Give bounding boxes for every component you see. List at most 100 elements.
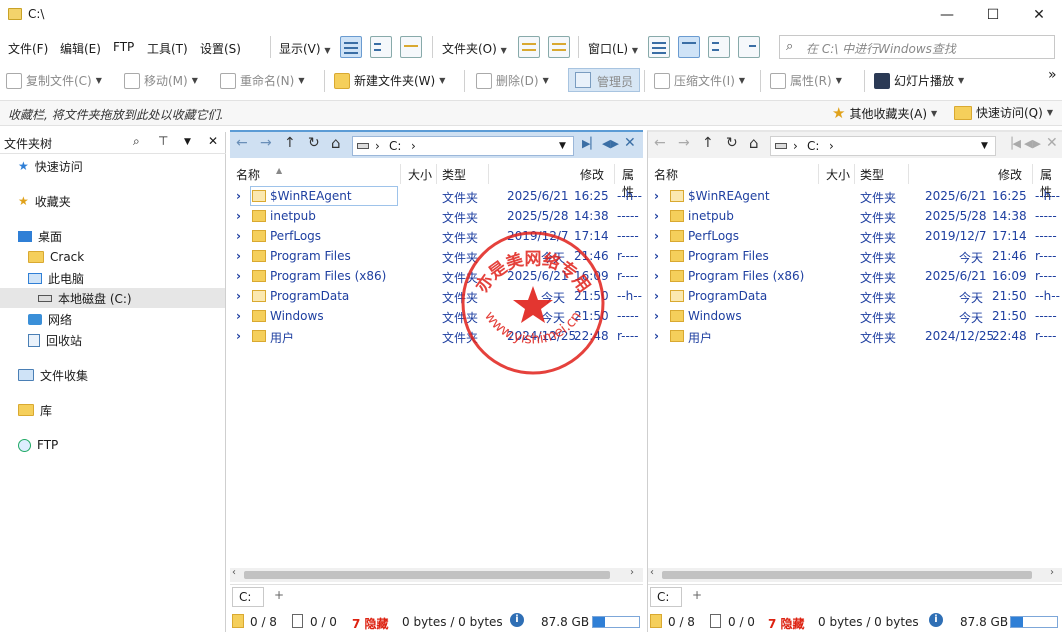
folder-columns-icon[interactable] [548,36,570,58]
home-icon[interactable]: ⌂ [749,134,759,152]
pane-close-icon[interactable]: ✕ [624,135,636,151]
file-row[interactable]: › 用户 文件夹 2024/12/25 22:48 r---- [230,326,643,346]
scroll-right-icon[interactable]: › [630,567,634,578]
expand-chevron-icon[interactable]: › [654,309,659,323]
address-drive[interactable]: C: [807,139,819,153]
column-modified[interactable]: 修改 [580,166,604,183]
file-row[interactable]: › 用户 文件夹 2024/12/25 22:48 r---- [648,326,1062,346]
file-row[interactable]: › $WinREAgent 文件夹 2025/6/21 16:25 --h-- [648,186,1062,206]
rename-button[interactable]: 重命名(N) ▼ [220,72,305,89]
column-type[interactable]: 类型 [860,166,884,183]
menu-edit[interactable]: 编辑(E) [60,40,101,57]
refresh-icon[interactable]: ↻ [726,135,738,151]
tree-item-library[interactable]: 库 [18,400,52,420]
scroll-thumb[interactable] [244,571,610,579]
refresh-icon[interactable]: ↻ [308,135,320,151]
menu-folder[interactable]: 文件夹(O) ▼ [442,40,507,57]
hidden-count[interactable]: 7 隐藏 [768,615,805,632]
tab-c-drive[interactable]: C: [650,587,682,607]
copy-files-button[interactable]: 复制文件(C) ▼ [6,72,102,89]
layout-single-icon[interactable] [648,36,670,58]
add-tab-button[interactable]: + [274,588,284,602]
tree-close-icon[interactable]: ✕ [208,134,218,148]
expand-chevron-icon[interactable]: › [236,209,241,223]
scroll-right-icon[interactable]: › [1050,567,1054,578]
column-name[interactable]: 名称 [654,166,678,183]
expand-chevron-icon[interactable]: › [236,269,241,283]
right-horizontal-scrollbar[interactable]: ‹ › [648,567,1062,582]
tree-item-desktop[interactable]: 桌面 [18,226,62,246]
menu-tools[interactable]: 工具(T) [147,40,188,57]
column-type[interactable]: 类型 [442,166,466,183]
admin-button[interactable]: 管理员 [568,68,640,92]
scroll-left-icon[interactable]: ‹ [650,567,654,578]
left-horizontal-scrollbar[interactable]: ‹ › [230,567,643,582]
folder-grid-icon[interactable] [518,36,540,58]
expand-chevron-icon[interactable]: › [654,229,659,243]
minimize-button[interactable]: — [924,0,970,30]
file-row[interactable]: › ProgramData 文件夹 今天 21:50 --h-- [230,286,643,306]
up-icon[interactable]: ↑ [284,135,296,151]
column-size[interactable]: 大小 [826,166,850,183]
hidden-count[interactable]: 7 隐藏 [352,615,389,632]
slideshow-button[interactable]: 幻灯片播放 ▼ [874,72,964,89]
expand-chevron-icon[interactable]: › [236,249,241,263]
move-button[interactable]: 移动(M) ▼ [124,72,198,89]
sync-icon[interactable]: ▕◀ [1004,137,1021,150]
file-row[interactable]: › PerfLogs 文件夹 2019/12/7 17:14 ----- [648,226,1062,246]
maximize-button[interactable]: ☐ [970,0,1016,30]
file-row[interactable]: › Windows 文件夹 今天 21:50 ----- [648,306,1062,326]
expand-chevron-icon[interactable]: › [654,329,659,343]
file-row[interactable]: › $WinREAgent 文件夹 2025/6/21 16:25 --h-- [230,186,643,206]
expand-chevron-icon[interactable]: › [654,289,659,303]
file-row[interactable]: › ProgramData 文件夹 今天 21:50 --h-- [648,286,1062,306]
add-tab-button[interactable]: + [692,588,702,602]
expand-chevron-icon[interactable]: › [236,289,241,303]
file-row[interactable]: › inetpub 文件夹 2025/5/28 14:38 ----- [648,206,1062,226]
tree-item-network[interactable]: 网络 [28,309,72,329]
left-address-bar[interactable]: › C: › ▼ [352,136,574,156]
file-row[interactable]: › Program Files 文件夹 今天 21:46 r---- [648,246,1062,266]
expand-chevron-icon[interactable]: › [654,189,659,203]
info-icon[interactable]: i [510,613,524,627]
swap-icon[interactable]: ◀▶ [602,137,619,150]
tree-item-file-collection[interactable]: 文件收集 [18,365,88,385]
up-icon[interactable]: ↑ [702,135,714,151]
file-row[interactable]: › Program Files (x86) 文件夹 2025/6/21 16:09 r--… [648,266,1062,286]
tree-pin-icon[interactable]: ⊤ [158,134,168,148]
layout-dual-horizontal-icon[interactable] [708,36,730,58]
expand-chevron-icon[interactable]: › [236,189,241,203]
tree-item-this-pc[interactable]: 此电脑 [28,268,84,288]
column-size[interactable]: 大小 [408,166,432,183]
sync-icon[interactable]: ▶▏ [582,137,599,150]
compress-button[interactable]: 压缩文件(I) ▼ [654,72,745,89]
tree-item-favorites[interactable]: ★ 收藏夹 [18,191,71,211]
tree-item-recycle-bin[interactable]: 回收站 [28,330,82,350]
tree-item-ftp[interactable]: FTP [18,435,58,455]
address-drive[interactable]: C: [389,139,401,153]
pane-close-icon[interactable]: ✕ [1046,135,1058,151]
address-dropdown-icon[interactable]: ▼ [981,141,988,151]
close-button[interactable]: ✕ [1016,0,1062,30]
delete-button[interactable]: 删除(D) ▼ [476,72,549,89]
toolbar-overflow-button[interactable]: » [1048,67,1057,83]
menu-display[interactable]: 显示(V) ▼ [279,40,331,57]
right-address-bar[interactable]: › C: › ▼ [770,136,996,156]
expand-chevron-icon[interactable]: › [654,209,659,223]
file-row[interactable]: › PerfLogs 文件夹 2019/12/7 17:14 ----- [230,226,643,246]
file-row[interactable]: › inetpub 文件夹 2025/5/28 14:38 ----- [230,206,643,226]
expand-chevron-icon[interactable]: › [654,249,659,263]
scroll-left-icon[interactable]: ‹ [232,567,236,578]
file-row[interactable]: › Program Files (x86) 文件夹 2025/6/21 16:09 r--… [230,266,643,286]
view-panes-icon[interactable] [400,36,422,58]
menu-settings[interactable]: 设置(S) [200,40,241,57]
layout-dual-vertical-icon[interactable] [678,36,700,58]
expand-chevron-icon[interactable]: › [236,309,241,323]
expand-chevron-icon[interactable]: › [236,229,241,243]
view-details-icon[interactable] [340,36,362,58]
file-row[interactable]: › Program Files 文件夹 今天 21:46 r---- [230,246,643,266]
tree-item-crack[interactable]: Crack [28,247,84,267]
properties-button[interactable]: 属性(R) ▼ [770,72,842,89]
back-icon[interactable]: ← [236,135,248,151]
expand-chevron-icon[interactable]: › [654,269,659,283]
